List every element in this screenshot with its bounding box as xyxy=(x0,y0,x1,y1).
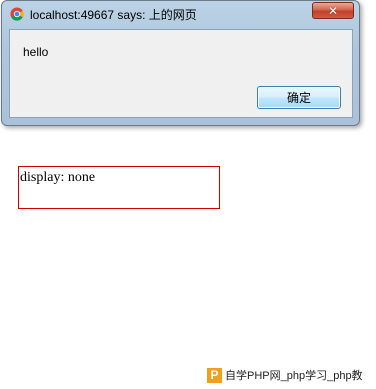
chrome-icon xyxy=(10,7,24,21)
dialog-body: hello 确定 xyxy=(9,29,353,118)
site-watermark: P 自学PHP网_php学习_php教 xyxy=(207,366,376,384)
dialog-titlebar[interactable]: localhost:49667 says: 上的网页 ✕ xyxy=(2,1,359,26)
ok-button[interactable]: 确定 xyxy=(257,86,341,109)
ok-button-label: 确定 xyxy=(286,91,311,105)
close-button[interactable]: ✕ xyxy=(312,2,354,19)
close-icon: ✕ xyxy=(327,3,339,18)
php-logo-icon: P xyxy=(207,367,222,383)
dialog-message: hello xyxy=(23,45,49,59)
dialog-title: localhost:49667 says: 上的网页 xyxy=(30,8,197,22)
display-none-box: display: none xyxy=(18,166,220,209)
alert-dialog: localhost:49667 says: 上的网页 ✕ hello 确定 xyxy=(1,0,360,126)
display-box-text: display: none xyxy=(20,170,96,185)
watermark-text: 自学PHP网_php学习_php教 xyxy=(225,370,363,382)
